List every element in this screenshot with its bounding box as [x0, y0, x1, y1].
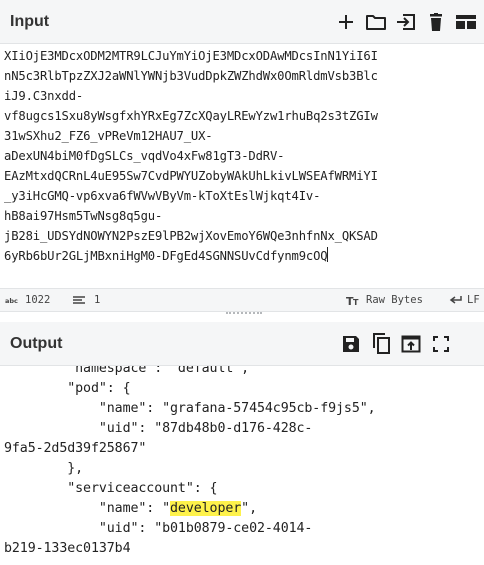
output-line: 9fa5-2d5d39f25867": [4, 439, 376, 459]
input-line-text: XIiOjE3MDcxODM2MTR9LCJuYmYiOjE3MDcxODAwM…: [4, 49, 378, 63]
input-line: jB28i_UDSYdNOWYN2PszE9lPB2wjXovEmoY6WQe3…: [4, 226, 484, 246]
reset-layout-button[interactable]: [451, 7, 481, 37]
output-title: Output: [10, 334, 63, 352]
input-line: hB8ai97Hsm5TwNsg8q5gu-: [4, 206, 484, 226]
layout-icon: [456, 15, 476, 29]
svg-text:T: T: [353, 298, 359, 306]
output-line: "uid": "b01b0879-ce02-4014-: [4, 519, 376, 539]
output-line-text: "namespace": "default",: [4, 366, 250, 376]
input-line-text: vf8ugcs1Sxu8yWsgfxhYRxEg7ZcXQayLREwYzw1r…: [4, 109, 378, 123]
input-line-text: 31wSXhu2_FZ6_vPReVm12HAU7_UX-: [4, 129, 213, 143]
output-line-text: "serviceaccount": {: [4, 481, 218, 496]
output-line-text: "uid": "b01b0879-ce02-4014-: [4, 521, 313, 536]
save-icon: [343, 336, 359, 352]
output-line-text: b219-133ec0137b4: [4, 541, 131, 556]
input-title: Input: [10, 12, 50, 30]
line-count: 1: [72, 294, 100, 306]
char-count: abc 1022: [5, 294, 50, 306]
output-line: b219-133ec0137b4: [4, 539, 376, 559]
input-line: _y3iHcGMQ-vp6xva6fWVwVByVm-kToXtEslWjkqt…: [4, 186, 484, 206]
output-line-text: "pod": {: [4, 381, 131, 396]
copy-icon: [373, 333, 390, 354]
open-folder-button[interactable]: [391, 7, 421, 37]
save-output-button[interactable]: [336, 329, 366, 359]
output-line-text: },: [4, 461, 84, 476]
trash-icon: [430, 13, 442, 31]
input-toolbar: [331, 0, 481, 44]
output-line: "pod": {: [4, 379, 376, 399]
pane-resize-handle[interactable]: [226, 312, 262, 316]
output-text-area[interactable]: "namespace": "default", "pod": { "name":…: [0, 366, 484, 565]
maximize-output-button[interactable]: [426, 329, 456, 359]
plus-icon: [339, 15, 353, 29]
text-format-icon: T T: [346, 295, 359, 306]
output-line-text: ",: [241, 501, 257, 516]
output-line: "serviceaccount": {: [4, 479, 376, 499]
eol-label: LF: [467, 294, 480, 306]
output-line: "name": "grafana-57454c95cb-f9js5",: [4, 399, 376, 419]
svg-text:abc: abc: [5, 297, 18, 305]
input-line-text: iJ9.C3nxdd-: [4, 89, 84, 103]
input-line-text: nN5c3RlbTpzZXJ2aWNlYWNjb3VudDpkZWZhdWx0O…: [4, 69, 378, 83]
output-content: "namespace": "default", "pod": { "name":…: [4, 366, 376, 559]
replace-input-button[interactable]: [396, 329, 426, 359]
raw-bytes-label: Raw Bytes: [366, 294, 423, 306]
input-pane-header: Input: [0, 0, 484, 44]
input-line: vf8ugcs1Sxu8yWsgfxhYRxEg7ZcXQayLREwYzw1r…: [4, 106, 484, 126]
eol-toggle[interactable]: LF: [449, 294, 480, 306]
output-line: "name": "developer",: [4, 499, 376, 519]
input-line-text: EAzMtxdQCRnL4uE95Sw7CvdPWYUZobyWAkUhLkiv…: [4, 169, 378, 183]
input-line-text: _y3iHcGMQ-vp6xva6fWVwVByVm-kToXtEslWjkqt…: [4, 189, 321, 203]
output-line-text: 9fa5-2d5d39f25867": [4, 441, 147, 456]
input-line: 6yRb6bUr2GLjMBxniHgM0-DFgEd4SGNNSUvCdfyn…: [4, 246, 484, 266]
maximize-icon: [433, 336, 449, 352]
input-line-text: jB28i_UDSYdNOWYN2PszE9lPB2wjXovEmoY6WQe3…: [4, 229, 378, 243]
input-line: nN5c3RlbTpzZXJ2aWNlYWNjb3VudDpkZWZhdWx0O…: [4, 66, 484, 86]
output-line-text: "name": ": [4, 501, 171, 516]
open-file-button[interactable]: [361, 7, 391, 37]
output-line: "uid": "87db48b0-d176-428c-: [4, 419, 376, 439]
copy-output-button[interactable]: [366, 329, 396, 359]
output-pane-header: Output: [0, 322, 484, 366]
input-line: iJ9.C3nxdd-: [4, 86, 484, 106]
search-highlight: developer: [170, 501, 242, 516]
input-line: EAzMtxdQCRnL4uE95Sw7CvdPWYUZobyWAkUhLkiv…: [4, 166, 484, 186]
input-status-bar: abc 1022 1 T T Raw Bytes LF: [0, 288, 484, 312]
char-count-value: 1022: [25, 294, 51, 306]
input-line: XIiOjE3MDcxODM2MTR9LCJuYmYiOjE3MDcxODAwM…: [4, 46, 484, 66]
line-count-value: 1: [94, 294, 101, 306]
folder-icon: [366, 15, 386, 30]
text-caret: [327, 247, 329, 262]
input-line-text: hB8ai97Hsm5TwNsg8q5gu-: [4, 209, 163, 223]
input-line: 31wSXhu2_FZ6_vPReVm12HAU7_UX-: [4, 126, 484, 146]
output-line: "namespace": "default",: [4, 366, 376, 379]
output-toolbar: [336, 322, 456, 366]
replace-input-icon: [401, 335, 421, 353]
input-line-text: 6yRb6bUr2GLjMBxniHgM0-DFgEd4SGNNSUvCdfyn…: [4, 249, 328, 263]
input-line-text: aDexUN4biM0fDgSLCs_vqdVo4xFw81gT3-DdRV-: [4, 149, 285, 163]
add-tab-button[interactable]: [331, 7, 361, 37]
raw-bytes-toggle[interactable]: T T Raw Bytes: [346, 294, 423, 306]
input-line: aDexUN4biM0fDgSLCs_vqdVo4xFw81gT3-DdRV-: [4, 146, 484, 166]
output-line-text: "name": "grafana-57454c95cb-f9js5",: [4, 401, 376, 416]
output-line: },: [4, 459, 376, 479]
lines-icon: [73, 296, 85, 304]
return-arrow-icon: [449, 296, 462, 304]
input-text-area[interactable]: XIiOjE3MDcxODM2MTR9LCJuYmYiOjE3MDcxODAwM…: [0, 44, 484, 288]
abc-icon: abc: [5, 297, 18, 305]
output-line-text: "uid": "87db48b0-d176-428c-: [4, 421, 313, 436]
clear-input-button[interactable]: [421, 7, 451, 37]
import-icon: [397, 14, 415, 30]
